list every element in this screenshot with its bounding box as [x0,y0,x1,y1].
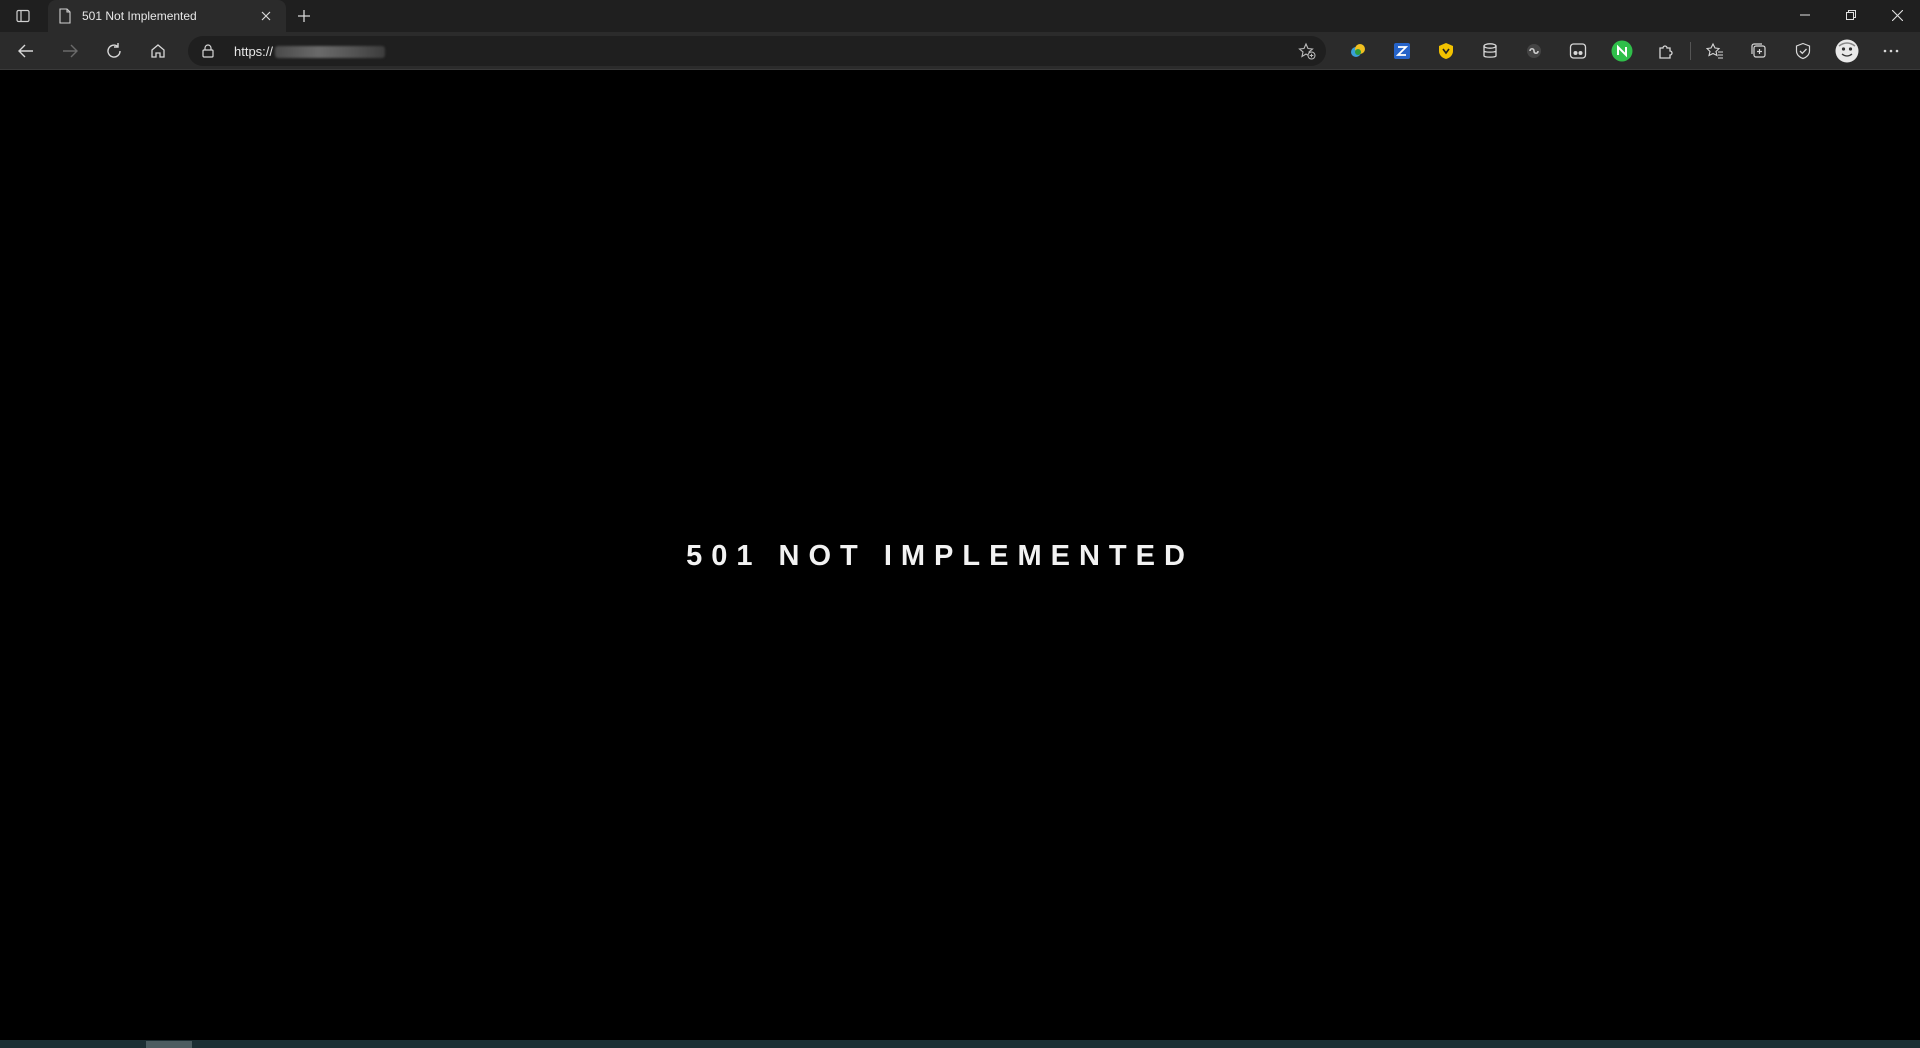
redacted-url [275,46,386,59]
url-prefix: https:// [234,43,274,59]
n-green-icon[interactable] [1600,35,1644,67]
favorites-icon[interactable] [1693,35,1737,67]
taskbar-active-app[interactable] [146,1041,192,1048]
shield-icon[interactable] [1424,35,1468,67]
refresh-icon [107,42,121,58]
page-content: 501 NOT IMPLEMENTED [0,71,1920,1040]
window-controls [1782,0,1920,32]
sponsor-block-icon[interactable] [1556,35,1600,67]
error-message: 501 NOT IMPLEMENTED [686,540,1194,572]
address-bar[interactable]: https:// [188,36,1326,66]
zotero-icon[interactable] [1380,35,1424,67]
browser-toolbar: https:// [0,32,1920,70]
close-icon [261,11,271,21]
minimize-icon [1800,14,1810,16]
taskbar [0,1040,1920,1048]
url-text: https:// [234,43,386,59]
restore-button[interactable] [1828,0,1874,30]
home-button[interactable] [140,35,176,67]
link-icon[interactable] [1512,35,1556,67]
tab-strip: 501 Not Implemented [0,0,1920,32]
lock-icon[interactable] [198,44,218,58]
tab-actions-button[interactable] [0,0,46,32]
close-window-button[interactable] [1874,0,1920,30]
home-icon [151,43,165,58]
arrow-right-icon [63,44,78,57]
puzzle-icon[interactable] [1644,35,1688,67]
tab-active[interactable]: 501 Not Implemented [48,0,286,32]
extensions-bar [1336,35,1913,67]
tab-close-button[interactable] [256,6,276,26]
star-add-icon [1298,42,1316,60]
restore-icon [1846,10,1856,20]
eye-dropper-icon[interactable] [1336,35,1380,67]
back-button[interactable] [8,35,44,67]
collections-icon[interactable] [1737,35,1781,67]
forward-button[interactable] [52,35,88,67]
stack-icon[interactable] [1468,35,1512,67]
plus-icon [298,10,310,22]
profile-avatar[interactable] [1825,35,1869,67]
new-tab-button[interactable] [286,0,322,32]
tab-actions-icon [16,9,30,23]
minimize-button[interactable] [1782,0,1828,30]
shield-check-icon[interactable] [1781,35,1825,67]
page-icon [59,8,71,24]
add-favorite-button[interactable] [1298,42,1316,63]
toolbar-divider [1690,42,1691,60]
more-icon[interactable] [1869,35,1913,67]
tab-title: 501 Not Implemented [82,9,197,23]
refresh-button[interactable] [96,35,132,67]
arrow-left-icon [18,44,33,57]
close-icon [1891,9,1903,21]
